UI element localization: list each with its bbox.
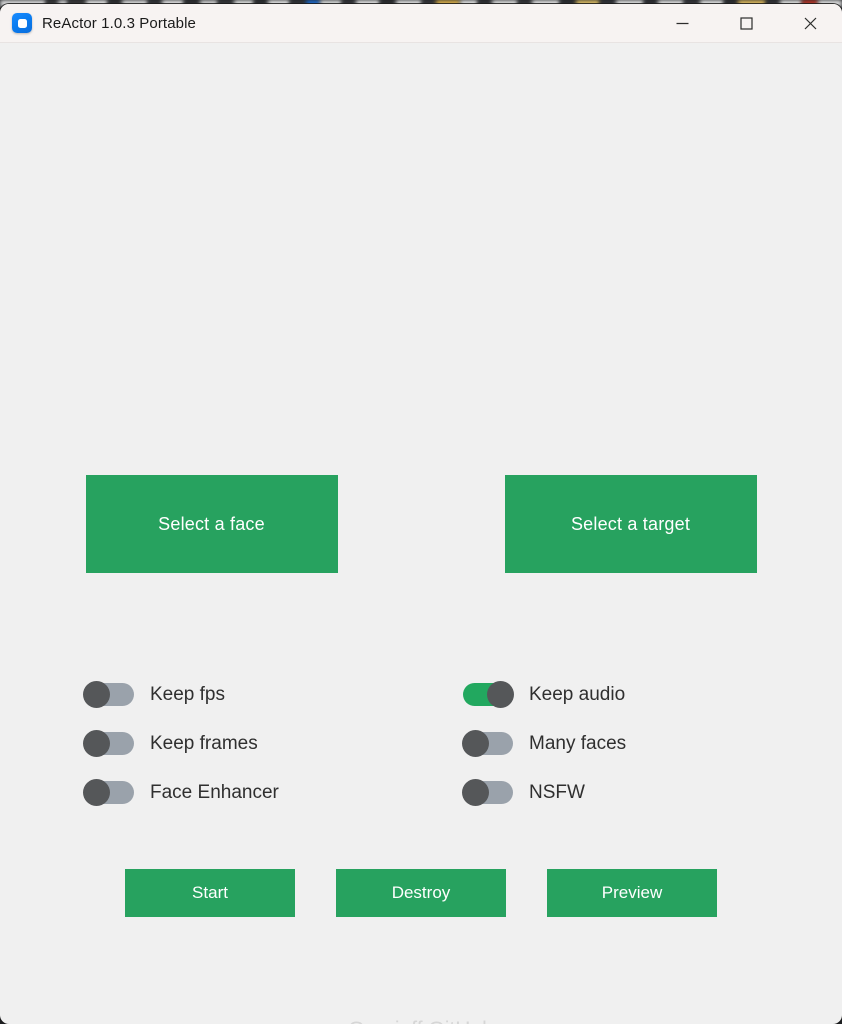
many-faces-label: Many faces — [529, 732, 627, 754]
options-area: Keep fps Keep frames Face Enhancer Keep … — [0, 670, 842, 817]
switch-knob — [83, 779, 110, 806]
keep-fps-switch[interactable] — [83, 681, 134, 708]
app-logo-inner-square — [17, 18, 27, 28]
start-button[interactable]: Start — [125, 869, 295, 917]
destroy-button[interactable]: Destroy — [336, 869, 506, 917]
window-controls — [650, 4, 842, 42]
options-column-left: Keep fps Keep frames Face Enhancer — [83, 670, 463, 817]
option-face-enhancer: Face Enhancer — [83, 768, 463, 817]
keep-frames-switch[interactable] — [83, 730, 134, 757]
window-title: ReActor 1.0.3 Portable — [42, 14, 196, 32]
switch-knob — [462, 779, 489, 806]
switch-knob — [83, 681, 110, 708]
switch-knob — [462, 730, 489, 757]
close-icon — [804, 17, 816, 29]
keep-fps-label: Keep fps — [150, 683, 225, 705]
face-enhancer-label: Face Enhancer — [150, 781, 279, 803]
face-enhancer-switch[interactable] — [83, 779, 134, 806]
maximize-button[interactable] — [714, 4, 778, 42]
select-face-button[interactable]: Select a face — [85, 475, 338, 573]
nsfw-label: NSFW — [529, 781, 585, 803]
switch-knob — [83, 730, 110, 757]
option-keep-audio: Keep audio — [463, 670, 842, 719]
action-button-row: Start Destroy Preview — [0, 869, 842, 917]
option-many-faces: Many faces — [462, 719, 842, 768]
footer: Gourieff GitHub — [0, 1018, 842, 1024]
client-area: Select a face Select a target Keep fps K… — [0, 43, 842, 1024]
keep-frames-label: Keep frames — [150, 732, 258, 754]
application-window: ReActor 1.0.3 Portable Select a face Sel… — [0, 4, 842, 1024]
keep-audio-label: Keep audio — [529, 683, 626, 705]
options-columns: Keep fps Keep frames Face Enhancer Keep … — [0, 670, 842, 817]
many-faces-switch[interactable] — [462, 730, 513, 757]
source-target-row: Select a face Select a target — [0, 475, 842, 573]
close-button[interactable] — [778, 4, 842, 42]
preview-button[interactable]: Preview — [547, 869, 717, 917]
option-keep-frames: Keep frames — [83, 719, 463, 768]
nsfw-switch[interactable] — [462, 779, 513, 806]
keep-audio-switch[interactable] — [463, 681, 514, 708]
option-keep-fps: Keep fps — [83, 670, 463, 719]
minimize-button[interactable] — [650, 4, 714, 42]
option-nsfw: NSFW — [462, 768, 842, 817]
maximize-icon — [739, 16, 753, 30]
select-target-button[interactable]: Select a target — [504, 475, 757, 573]
switch-knob — [487, 681, 514, 708]
title-bar: ReActor 1.0.3 Portable — [0, 4, 842, 43]
minimize-icon — [676, 22, 688, 24]
options-column-right: Keep audio Many faces NSFW — [462, 670, 842, 817]
gourieff-github-link[interactable]: Gourieff GitHub — [348, 1018, 494, 1024]
app-logo-icon — [12, 13, 32, 33]
